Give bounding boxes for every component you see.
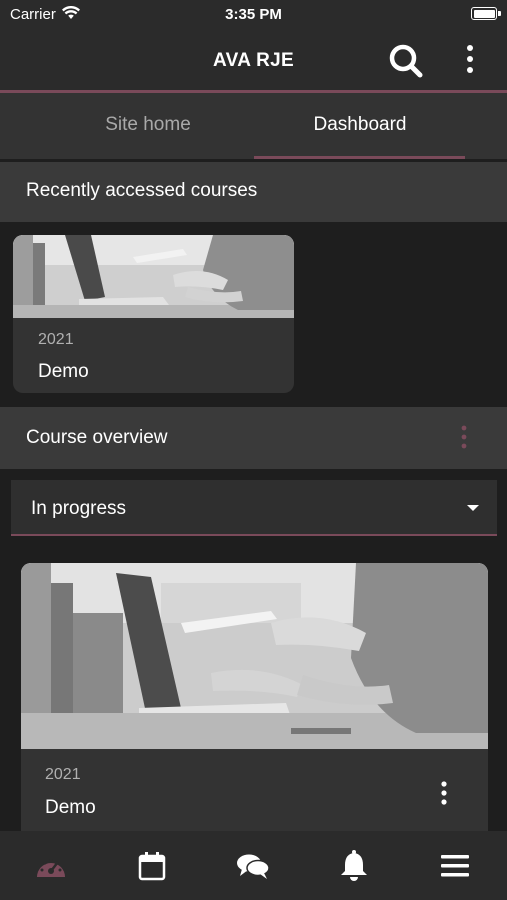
status-bar: Carrier 3:35 PM [0,0,507,30]
messages-icon [236,854,270,879]
notifications-bell-icon [340,849,367,881]
course-filter-select[interactable]: In progress [11,480,497,536]
tab-site-home[interactable]: Site home [42,93,254,159]
more-options-button[interactable] [458,42,482,80]
course-image [13,235,294,318]
active-tab-indicator [254,156,465,159]
course-overview-options-button[interactable] [455,424,473,452]
tab-bar: Site home Dashboard [0,93,507,159]
nav-more-menu[interactable] [404,831,505,900]
menu-icon [440,854,469,876]
search-button[interactable] [386,42,426,80]
more-vertical-icon [461,425,467,449]
nav-notifications[interactable] [303,831,404,900]
nav-messages[interactable] [202,831,303,900]
course-options-button[interactable] [433,779,455,809]
course-overview-header: Course overview [0,407,507,469]
course-overview-title: Course overview [26,427,168,448]
course-image [21,563,488,749]
course-name: Demo [45,797,96,818]
status-time: 3:35 PM [225,6,282,23]
overview-course-card[interactable]: 2021 Demo [21,563,488,863]
recent-courses-header: Recently accessed courses [0,162,507,222]
search-icon [389,44,423,78]
course-year: 2021 [38,331,74,348]
battery-icon [471,7,497,20]
dashboard-icon [36,858,65,877]
tab-dashboard[interactable]: Dashboard [254,93,466,159]
calendar-icon [138,851,165,880]
course-name: Demo [38,361,89,382]
recent-courses-title: Recently accessed courses [26,180,258,201]
nav-dashboard[interactable] [0,831,101,900]
page-title: AVA RJE [213,50,294,71]
app-bar: AVA RJE [0,30,507,90]
filter-selected-value: In progress [31,498,127,519]
course-year: 2021 [45,766,81,783]
battery-tip [498,11,501,16]
more-vertical-icon [467,45,473,73]
nav-calendar[interactable] [101,831,202,900]
more-vertical-icon [441,781,447,805]
recent-course-card[interactable]: 2021 Demo [13,235,294,393]
chevron-down-icon [467,505,479,511]
bottom-navigation [0,831,507,900]
